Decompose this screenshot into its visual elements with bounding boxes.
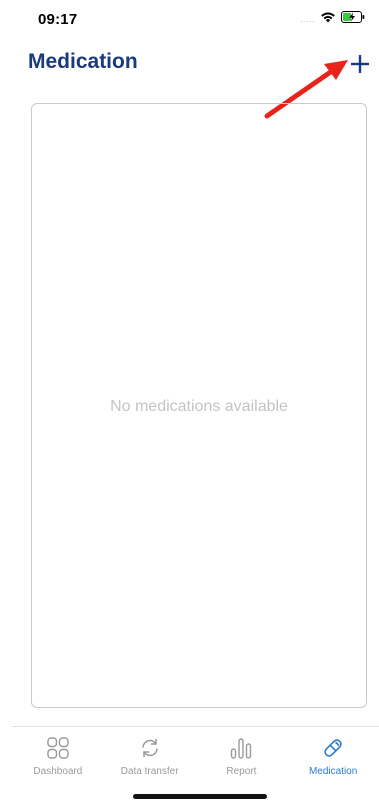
sync-icon: [137, 735, 163, 761]
wifi-icon: [320, 10, 336, 28]
tab-label: Dashboard: [33, 766, 83, 777]
status-bar: 09:17 .....: [0, 0, 379, 40]
medication-screen: 09:17 ..... Medication No medications av…: [0, 0, 379, 807]
tab-label: Medication: [308, 766, 358, 777]
medication-list-card: No medications available: [31, 103, 367, 708]
page-title: Medication: [28, 50, 138, 73]
tab-data-transfer[interactable]: Data transfer: [104, 727, 196, 783]
bar-chart-icon: [228, 735, 254, 761]
status-icons: .....: [300, 10, 365, 28]
empty-state-message: No medications available: [110, 398, 288, 415]
tab-bar: Dashboard Data transfer Report Medicatio…: [12, 726, 379, 783]
battery-charging-icon: [341, 10, 365, 28]
tab-label: Data transfer: [120, 766, 179, 777]
dashboard-grid-icon: [45, 735, 71, 761]
home-indicator[interactable]: [133, 794, 267, 799]
tab-medication[interactable]: Medication: [287, 727, 379, 783]
tab-dashboard[interactable]: Dashboard: [12, 727, 104, 783]
status-time: 09:17: [38, 11, 78, 28]
cellular-signal-icon: .....: [299, 14, 315, 24]
tab-report[interactable]: Report: [196, 727, 288, 783]
plus-icon: [351, 55, 369, 73]
tab-label: Report: [226, 766, 257, 777]
add-medication-button[interactable]: [344, 49, 376, 79]
pill-icon: [320, 735, 346, 761]
